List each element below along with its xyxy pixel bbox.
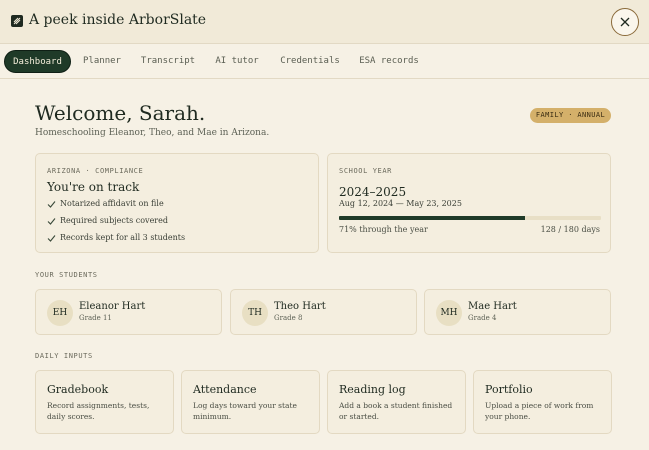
tab-bar: Dashboard Planner Transcript AI tutor Cr… <box>0 45 649 79</box>
daily-inputs-section-label: DAILY INPUTS <box>35 352 93 360</box>
avatar: EH <box>47 300 73 326</box>
student-name: Eleanor Hart <box>79 301 146 312</box>
tab-credentials[interactable]: Credentials <box>276 50 344 73</box>
avatar: MH <box>436 300 462 326</box>
compliance-item-label: Records kept for all 3 students <box>60 233 186 242</box>
check-icon <box>47 201 56 208</box>
plan-badge: FAMILY · ANNUAL <box>530 108 611 123</box>
input-card-attendance[interactable]: Attendance Log days toward your state mi… <box>181 370 320 434</box>
school-year-card[interactable]: SCHOOL YEAR 2024–2025 Aug 12, 2024 — May… <box>327 153 611 253</box>
close-button[interactable] <box>611 8 639 36</box>
input-card-desc: Record assignments, tests, daily scores. <box>47 401 150 421</box>
input-card-title: Portfolio <box>485 383 533 396</box>
student-card-theo[interactable]: TH Theo Hart Grade 8 <box>230 289 417 335</box>
input-card-title: Attendance <box>193 383 257 396</box>
tab-dashboard[interactable]: Dashboard <box>4 50 71 73</box>
compliance-item-label: Notarized affidavit on file <box>60 199 164 208</box>
page-subtitle: Homeschooling Eleanor, Theo, and Mae in … <box>35 128 270 138</box>
input-card-desc: Upload a piece of work from your phone. <box>485 401 594 421</box>
close-icon <box>620 17 630 27</box>
app-title: A peek inside ArborSlate <box>29 12 207 28</box>
avatar: TH <box>242 300 268 326</box>
input-card-gradebook[interactable]: Gradebook Record assignments, tests, dai… <box>35 370 174 434</box>
compliance-item-label: Required subjects covered <box>60 216 168 225</box>
students-section-label: YOUR STUDENTS <box>35 271 98 279</box>
tab-transcript[interactable]: Transcript <box>138 50 198 73</box>
page-title: Welcome, Sarah. <box>35 101 206 125</box>
compliance-eyebrow: ARIZONA · COMPLIANCE <box>47 167 144 175</box>
school-year-eyebrow: SCHOOL YEAR <box>339 167 392 175</box>
student-name: Mae Hart <box>468 301 517 312</box>
tab-ai-tutor[interactable]: AI tutor <box>212 50 262 73</box>
check-icon <box>47 218 56 225</box>
student-name: Theo Hart <box>274 301 326 312</box>
student-grade: Grade 11 <box>79 314 112 322</box>
compliance-card[interactable]: ARIZONA · COMPLIANCE You're on track Not… <box>35 153 319 253</box>
input-card-title: Gradebook <box>47 383 109 396</box>
input-card-reading-log[interactable]: Reading log Add a book a student finishe… <box>327 370 466 434</box>
tab-esa-records[interactable]: ESA records <box>356 50 422 73</box>
student-grade: Grade 8 <box>274 314 303 322</box>
input-card-portfolio[interactable]: Portfolio Upload a piece of work from yo… <box>473 370 612 434</box>
year-progress-fill <box>339 216 526 220</box>
student-card-eleanor[interactable]: EH Eleanor Hart Grade 11 <box>35 289 222 335</box>
tab-planner[interactable]: Planner <box>78 50 126 73</box>
school-year-dates: Aug 12, 2024 — May 23, 2025 <box>339 199 462 208</box>
check-icon <box>47 235 56 242</box>
compliance-title: You're on track <box>47 180 140 194</box>
input-card-desc: Add a book a student finished or started… <box>339 401 453 421</box>
input-card-title: Reading log <box>339 383 406 396</box>
year-progress-text: 71% through the year <box>339 225 428 234</box>
school-year-range: 2024–2025 <box>339 185 407 199</box>
top-bar: A peek inside ArborSlate <box>0 0 649 44</box>
logo-icon <box>11 15 23 27</box>
input-card-desc: Log days toward your state minimum. <box>193 401 297 421</box>
student-grade: Grade 4 <box>468 314 497 322</box>
student-card-mae[interactable]: MH Mae Hart Grade 4 <box>424 289 611 335</box>
year-progress-bar <box>339 216 601 220</box>
year-days-count: 128 / 180 days <box>540 225 600 234</box>
